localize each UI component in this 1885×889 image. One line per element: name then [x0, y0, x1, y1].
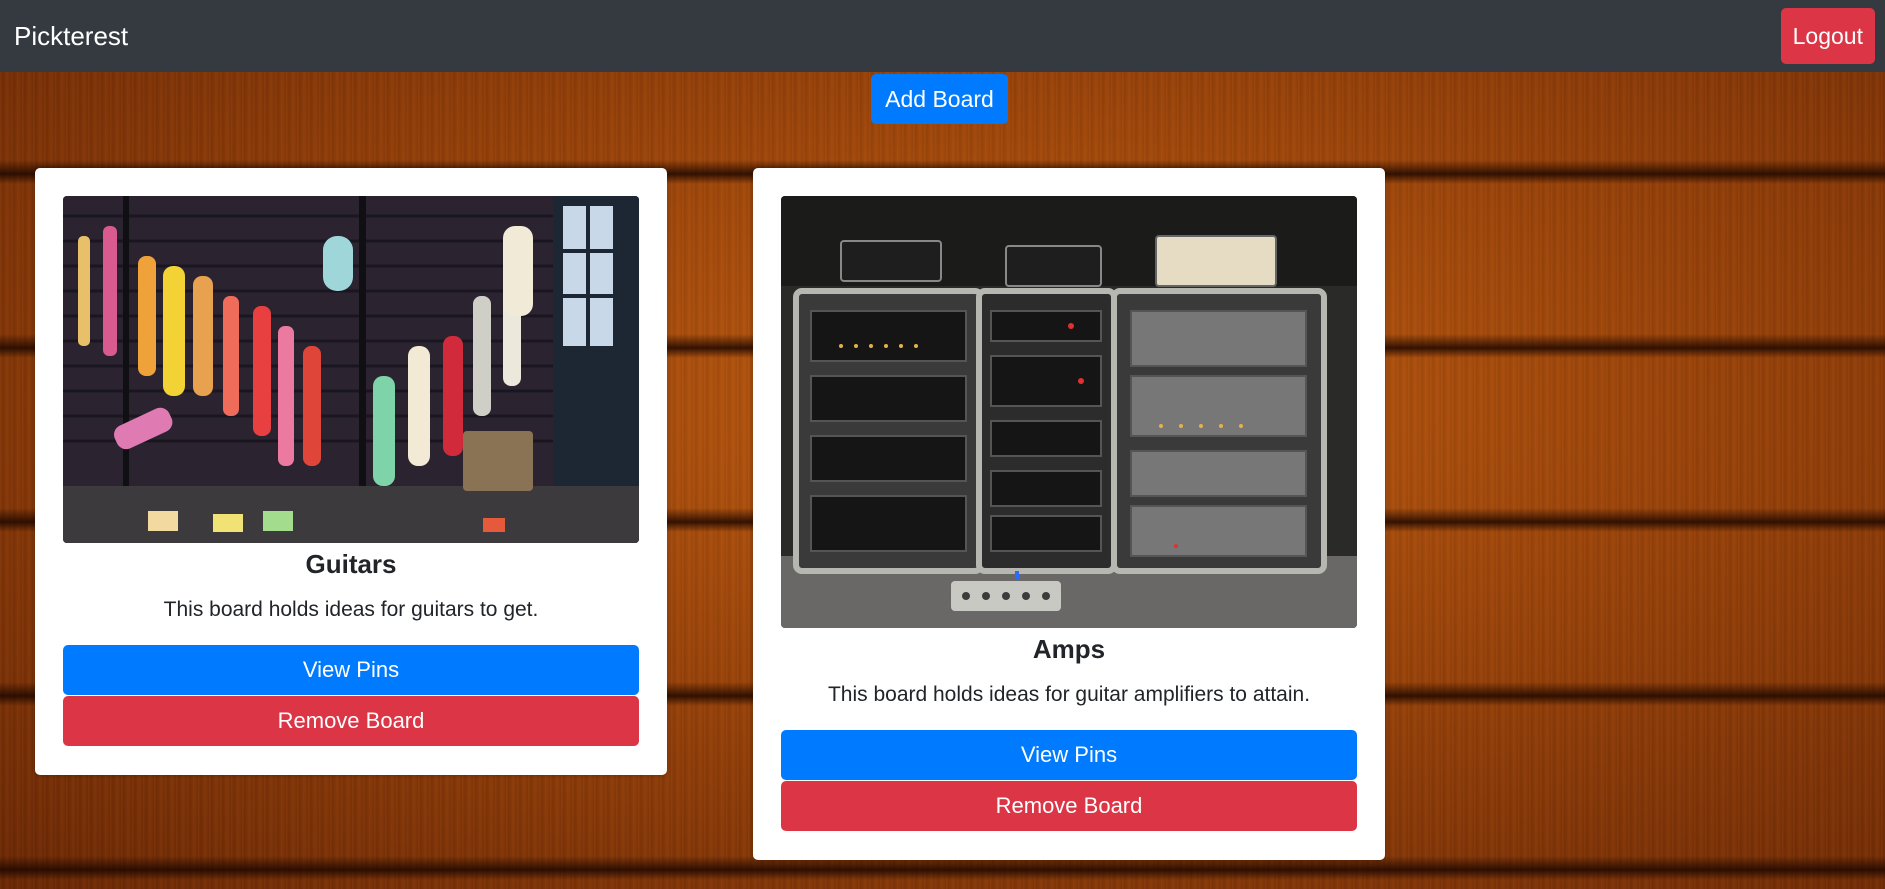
- board-card-guitars: Guitars This board holds ideas for guita…: [35, 168, 667, 775]
- remove-board-button[interactable]: Remove Board: [63, 696, 639, 746]
- board-title: Amps: [1032, 634, 1106, 664]
- view-pins-button[interactable]: View Pins: [63, 645, 639, 695]
- logout-button[interactable]: Logout: [1780, 8, 1875, 64]
- view-pins-button[interactable]: View Pins: [781, 730, 1357, 780]
- add-board-button[interactable]: Add Board: [871, 74, 1008, 124]
- board-image-guitars: [63, 196, 639, 543]
- remove-board-button[interactable]: Remove Board: [781, 781, 1357, 831]
- brand-logo[interactable]: Pickterest: [14, 21, 128, 52]
- board-title: Guitars: [305, 549, 397, 579]
- board-description: This board holds ideas for guitar amplif…: [827, 683, 1311, 706]
- navbar: Pickterest Logout: [0, 0, 1885, 72]
- board-card-amps: Amps This board holds ideas for guitar a…: [753, 168, 1385, 860]
- board-image-amps: [781, 196, 1357, 628]
- board-description: This board holds ideas for guitars to ge…: [163, 598, 539, 621]
